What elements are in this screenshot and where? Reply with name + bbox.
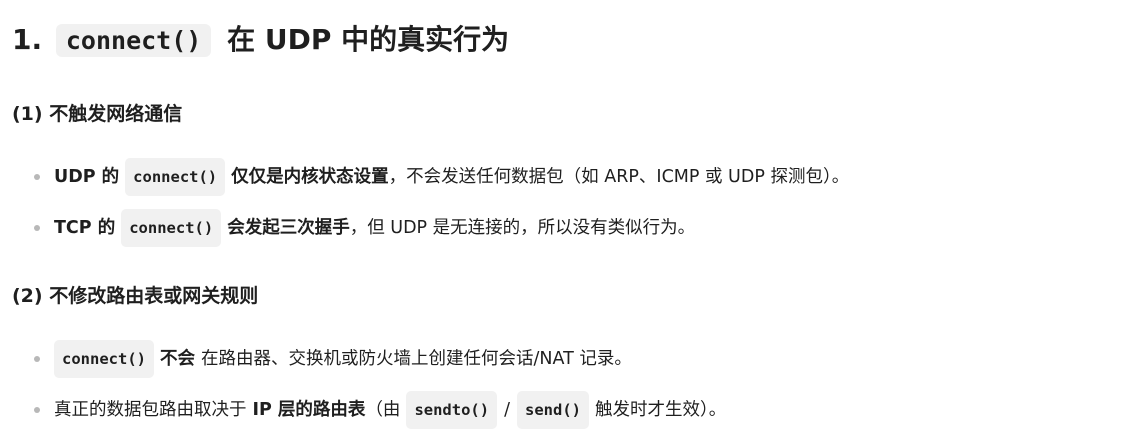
list-item: 真正的数据包路由取决于 IP 层的路由表 （由 sendto() / send(… [34, 391, 726, 429]
heading-text: 在 UDP 中的真实行为 [227, 23, 510, 56]
bullet-dot [34, 407, 40, 413]
body-text: 在路由器、交换机或防火墙上创建任何会话/NAT 记录。 [201, 349, 632, 369]
body-text: 真正的数据包路由取决于 [54, 400, 247, 420]
heading-code: connect() [55, 24, 212, 57]
inline-code: connect() [121, 209, 222, 247]
section-heading: 1. connect() 在 UDP 中的真实行为 [12, 18, 509, 63]
bold-text: TCP 的 [54, 218, 116, 238]
bullet-dot [34, 174, 40, 180]
bold-text: UDP 的 [54, 167, 120, 187]
bold-text: IP 层的路由表 [252, 400, 366, 420]
bold-text: 仅仅是内核状态设置 [231, 167, 389, 187]
document-page: 1. connect() 在 UDP 中的真实行为 (1) 不触发网络通信 UD… [0, 0, 1148, 444]
inline-code: connect() [54, 340, 154, 378]
list-item: connect() 不会 在路由器、交换机或防火墙上创建任何会话/NAT 记录。 [34, 340, 632, 378]
inline-code: sendto() [406, 391, 498, 429]
inline-code: connect() [125, 158, 226, 196]
body-text: ，但 UDP 是无连接的，所以没有类似行为。 [349, 218, 696, 238]
heading-number: 1. [12, 23, 43, 56]
body-text: 触发时才生效）。 [595, 400, 727, 420]
body-text: （由 [365, 400, 401, 420]
bold-text: 不会 [160, 349, 195, 369]
subheading-1: (1) 不触发网络通信 [12, 103, 183, 125]
body-text: ，不会发送任何数据包（如 ARP、ICMP 或 UDP 探测包）。 [388, 167, 850, 187]
list-item: TCP 的 connect() 会发起三次握手 ，但 UDP 是无连接的，所以没… [34, 209, 695, 247]
subheading-2: (2) 不修改路由表或网关规则 [12, 285, 259, 307]
bullet-dot [34, 356, 40, 362]
list-item: UDP 的 connect() 仅仅是内核状态设置 ，不会发送任何数据包（如 A… [34, 158, 849, 196]
bullet-dot [34, 225, 40, 231]
inline-code: send() [517, 391, 589, 429]
bold-text: 会发起三次握手 [227, 218, 350, 238]
separator: / [504, 400, 510, 420]
